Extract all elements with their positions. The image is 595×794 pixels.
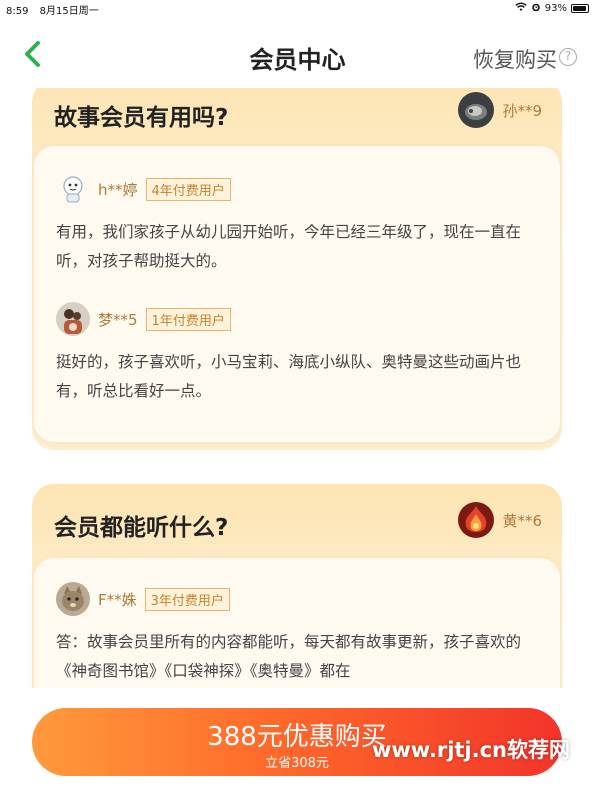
alarm-icon — [531, 2, 541, 15]
battery-level — [573, 6, 586, 11]
buy-button[interactable]: 388元优惠购买 立省308元 — [32, 708, 562, 776]
buy-price-label: 388元优惠购买 — [207, 722, 387, 752]
question-title: 会员都能听什么? — [54, 515, 229, 541]
answer-user-name: 梦**5 — [98, 310, 138, 329]
asker-name: 黄**6 — [502, 511, 542, 530]
avatar — [458, 92, 495, 128]
answer-item: 梦**5 1年付费用户 挺好的，孩子喜欢听，小马宝莉、海底小纵队、奥特曼这些动画… — [56, 302, 540, 406]
user-tag-badge: 4年付费用户 — [145, 177, 231, 201]
asker-name: 孙**9 — [502, 101, 542, 120]
answer-head: F**姝 3年付费用户 — [56, 582, 540, 616]
asker: 孙**9 — [458, 92, 542, 128]
question-title: 故事会员有用吗? — [54, 105, 229, 131]
asker: 黄**6 — [458, 502, 542, 538]
avatar — [56, 172, 90, 206]
buy-savings-label: 立省308元 — [265, 756, 329, 771]
status-date: 8月15日周一 — [39, 6, 99, 17]
avatar — [458, 502, 495, 538]
battery-percent: 93% — [544, 3, 567, 14]
answer-item: h**婷 4年付费用户 有用，我们家孩子从幼儿园开始听，今年已经三年级了，现在一… — [56, 172, 540, 276]
status-left: 8:59 8月15日周一 — [6, 2, 107, 17]
answer-head: h**婷 4年付费用户 — [56, 172, 540, 206]
battery-icon — [571, 4, 589, 13]
answer-item: F**姝 3年付费用户 答：故事会员里所有的内容都能听，每天都有故事更新，孩子喜… — [56, 582, 540, 686]
back-chevron-icon[interactable] — [22, 40, 44, 68]
user-tag-badge: 3年付费用户 — [144, 587, 230, 611]
answer-text: 有用，我们家孩子从幼儿园开始听，今年已经三年级了，现在一直在听，对孩子帮助挺大的… — [56, 223, 522, 270]
qa-card: 故事会员有用吗? 孙**9 h**婷 4年付费用户 有用，我们家孩子从幼儿园开始… — [32, 88, 562, 450]
qa-card: 会员都能听什么? 黄**6 F**姝 3年付费用户 答：故事会员里所有的内容都能… — [32, 484, 562, 688]
wifi-icon — [515, 2, 527, 15]
status-right: 93% — [515, 2, 589, 15]
answer-head: 梦**5 1年付费用户 — [56, 302, 540, 336]
status-time: 8:59 — [6, 6, 29, 17]
avatar — [56, 302, 90, 336]
content-scroll-area[interactable]: 故事会员有用吗? 孙**9 h**婷 4年付费用户 有用，我们家孩子从幼儿园开始… — [0, 88, 595, 688]
question-circle-icon[interactable]: ? — [559, 48, 577, 66]
answer-user-name: h**婷 — [98, 180, 138, 199]
avatar — [56, 582, 90, 616]
answer-box: F**姝 3年付费用户 答：故事会员里所有的内容都能听，每天都有故事更新，孩子喜… — [34, 558, 560, 688]
restore-purchase-button[interactable]: 恢复购买 — [473, 44, 557, 74]
status-bar: 8:59 8月15日周一 93% — [0, 0, 595, 18]
answer-user-name: F**姝 — [98, 590, 137, 609]
user-tag-badge: 1年付费用户 — [145, 307, 231, 331]
answer-text: 挺好的，孩子喜欢听，小马宝莉、海底小纵队、奥特曼这些动画片也有，听总比看好一点。 — [56, 353, 522, 400]
nav-bar: 会员中心 恢复购买 ? — [0, 18, 595, 88]
answer-text: 答：故事会员里所有的内容都能听，每天都有故事更新，孩子喜欢的《神奇图书馆》《口袋… — [56, 633, 522, 680]
answer-box: h**婷 4年付费用户 有用，我们家孩子从幼儿园开始听，今年已经三年级了，现在一… — [34, 146, 560, 442]
